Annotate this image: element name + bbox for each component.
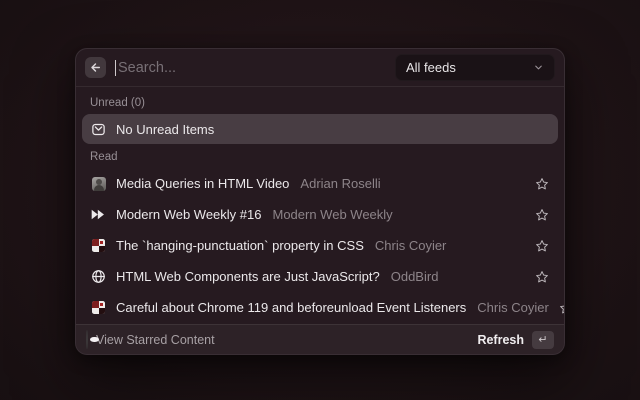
view-starred-button[interactable]: View Starred Content	[96, 333, 215, 347]
arrow-left-icon	[89, 61, 102, 74]
css-tricks-favicon-icon	[91, 239, 106, 252]
feed-search-palette: All feeds Unread (0) No Unread Items Rea…	[75, 48, 565, 355]
no-unread-label: No Unread Items	[116, 122, 214, 137]
refresh-button[interactable]: Refresh	[477, 333, 524, 347]
star-icon[interactable]	[535, 239, 549, 253]
list-item[interactable]: Modern Web Weekly #16 Modern Web Weekly	[82, 199, 558, 230]
chevron-down-icon	[533, 62, 544, 73]
css-tricks-favicon-icon	[91, 301, 106, 314]
author-avatar-icon	[91, 177, 106, 191]
palette-footer: View Starred Content Refresh ↵	[76, 324, 564, 354]
back-button[interactable]	[85, 57, 106, 78]
section-read: Read	[82, 144, 558, 168]
list-item[interactable]: The `hanging-punctuation` property in CS…	[82, 230, 558, 261]
search-header: All feeds	[76, 49, 564, 87]
list-item[interactable]: Careful about Chrome 119 and beforeunloa…	[82, 292, 558, 323]
globe-icon	[91, 269, 106, 284]
star-icon[interactable]	[535, 208, 549, 222]
feed-filter-value: All feeds	[406, 60, 456, 75]
star-icon[interactable]	[559, 301, 565, 315]
star-icon[interactable]	[535, 177, 549, 191]
feed-filter-dropdown[interactable]: All feeds	[395, 54, 555, 81]
item-source: Modern Web Weekly	[272, 207, 392, 222]
item-source: Adrian Roselli	[300, 176, 380, 191]
item-title: Media Queries in HTML Video	[116, 176, 289, 191]
item-source: Chris Coyier	[477, 300, 549, 315]
no-unread-row[interactable]: No Unread Items	[82, 114, 558, 144]
item-source: Chris Coyier	[375, 238, 447, 253]
list-item[interactable]: HTML Web Components are Just JavaScript?…	[82, 261, 558, 292]
list-item[interactable]: Media Queries in HTML Video Adrian Rosel…	[82, 168, 558, 199]
item-title: HTML Web Components are Just JavaScript?	[116, 269, 380, 284]
fast-forward-icon	[91, 208, 106, 221]
search-input[interactable]	[116, 60, 386, 76]
item-title: The `hanging-punctuation` property in CS…	[116, 238, 364, 253]
item-title: Modern Web Weekly #16	[116, 207, 261, 222]
feed-app-logo-icon	[86, 331, 88, 349]
star-icon[interactable]	[535, 270, 549, 284]
item-source: OddBird	[391, 269, 439, 284]
inbox-icon	[91, 122, 106, 137]
enter-key-badge: ↵	[532, 331, 554, 349]
results-list: Unread (0) No Unread Items Read Media Qu…	[76, 87, 564, 324]
section-unread: Unread (0)	[82, 90, 558, 114]
item-title: Careful about Chrome 119 and beforeunloa…	[116, 300, 466, 315]
